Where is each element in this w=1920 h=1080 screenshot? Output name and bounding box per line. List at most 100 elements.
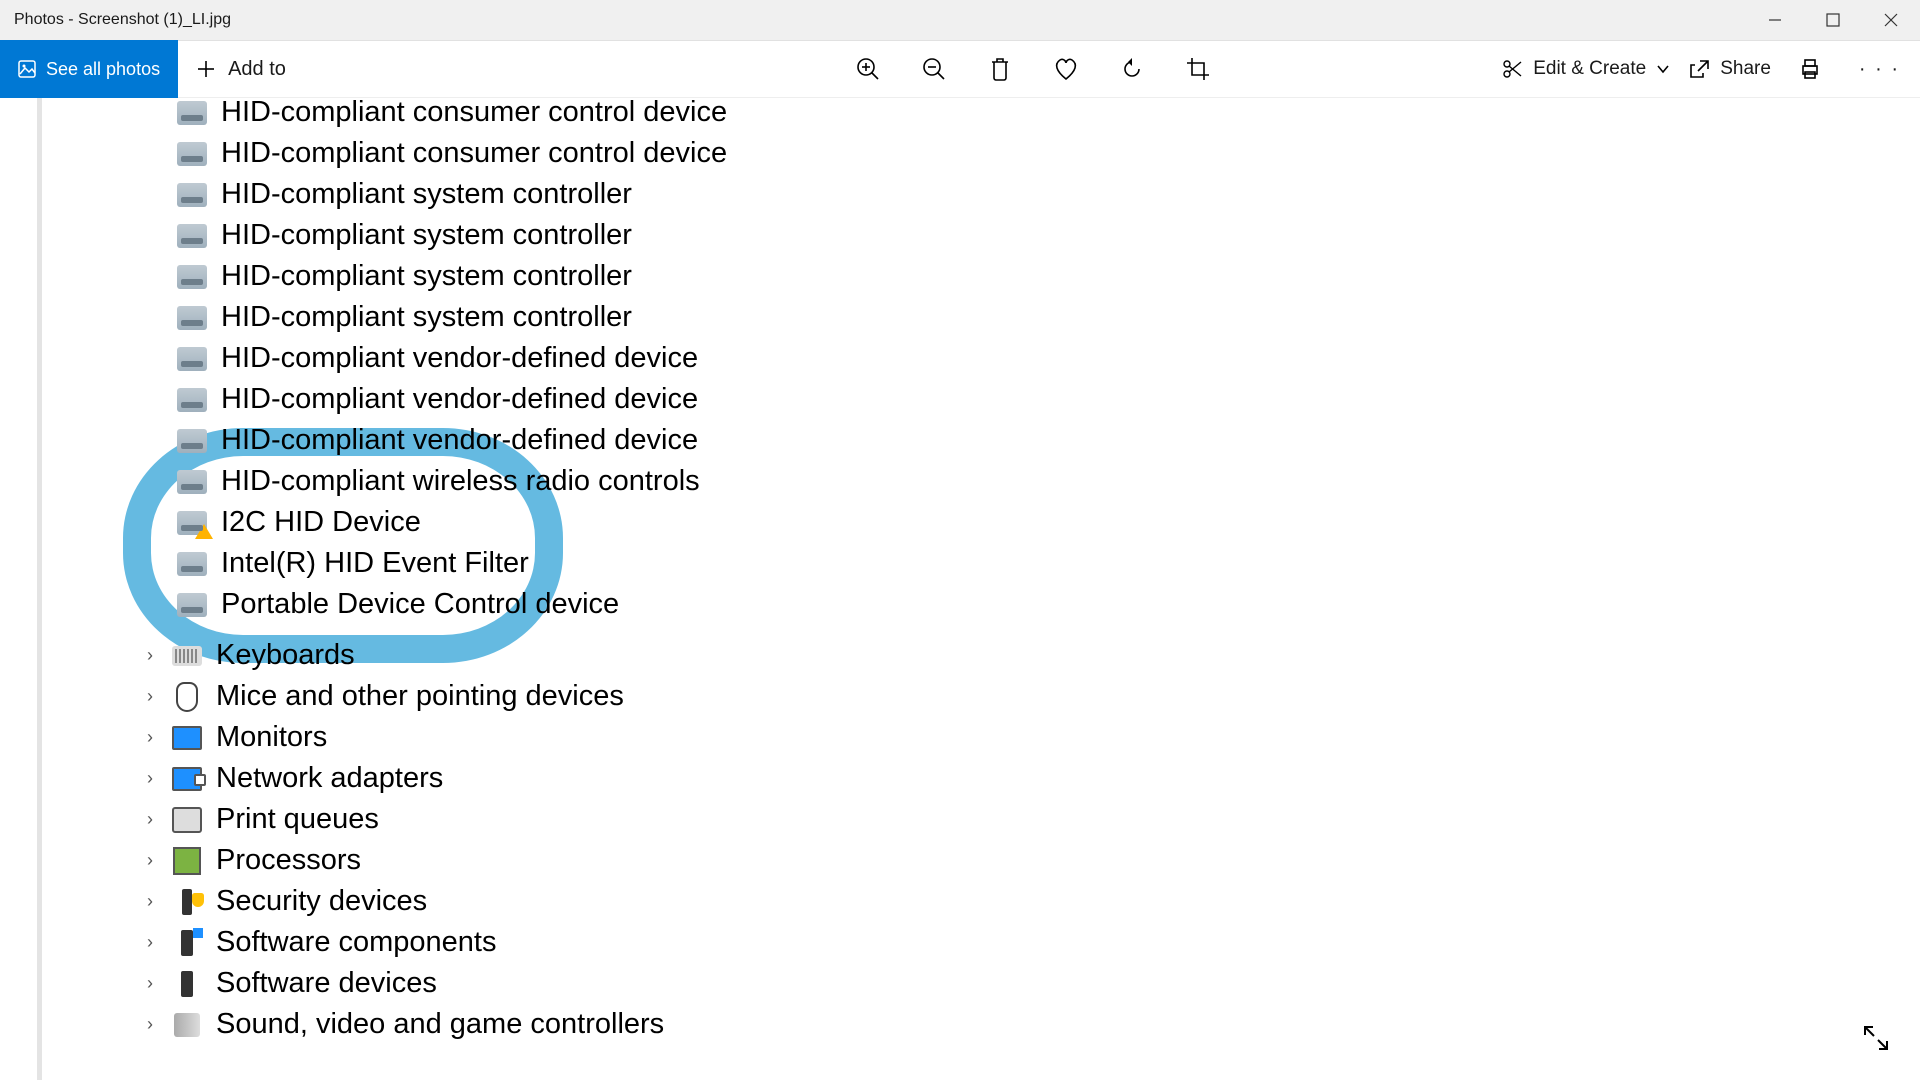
share-label: Share	[1720, 58, 1771, 80]
rotate-button[interactable]	[1111, 48, 1153, 90]
close-button[interactable]	[1862, 0, 1920, 40]
device-label: HID-compliant system controller	[221, 174, 632, 215]
list-item: HID-compliant vendor-defined device	[177, 379, 727, 420]
toolbar: See all photos Add to Edit & Create	[0, 41, 1920, 98]
expand-icon: ›	[142, 768, 158, 789]
edit-create-button[interactable]: Edit & Create	[1501, 58, 1670, 80]
device-icon	[177, 552, 207, 576]
monitor-icon	[172, 725, 202, 751]
category-row: › Keyboards	[142, 635, 664, 676]
expand-icon: ›	[142, 1014, 158, 1035]
see-all-photos-label: See all photos	[46, 59, 160, 80]
edit-create-label: Edit & Create	[1533, 58, 1646, 80]
category-label: Keyboards	[216, 639, 355, 672]
expand-icon: ›	[142, 809, 158, 830]
delete-button[interactable]	[979, 48, 1021, 90]
maximize-button[interactable]	[1804, 0, 1862, 40]
scissors-icon	[1501, 58, 1523, 80]
device-icon	[177, 470, 207, 494]
zoom-in-button[interactable]	[847, 48, 889, 90]
print-button[interactable]	[1789, 48, 1831, 90]
software-component-icon	[172, 930, 202, 956]
category-label: Software components	[216, 926, 496, 959]
zoom-out-button[interactable]	[913, 48, 955, 90]
device-icon	[177, 183, 207, 207]
crop-button[interactable]	[1177, 48, 1219, 90]
list-item: HID-compliant vendor-defined device	[177, 420, 727, 461]
expand-arrows-icon	[1861, 1023, 1891, 1053]
expand-icon: ›	[142, 727, 158, 748]
device-label: HID-compliant vendor-defined device	[221, 338, 698, 379]
device-icon	[177, 347, 207, 371]
add-to-button[interactable]: Add to	[178, 58, 304, 81]
share-button[interactable]: Share	[1688, 58, 1771, 80]
list-item: I2C HID Device	[177, 502, 727, 543]
category-row: ›Processors	[142, 840, 664, 881]
device-icon	[177, 388, 207, 412]
device-icon	[177, 306, 207, 330]
category-list: › Keyboards › Mice and other pointing devi…	[142, 635, 664, 1045]
share-icon	[1688, 58, 1710, 80]
heart-icon	[1052, 56, 1080, 82]
category-row: › Mice and other pointing devices	[142, 676, 664, 717]
see-all-photos-button[interactable]: See all photos	[0, 40, 178, 98]
category-label: Network adapters	[216, 762, 443, 795]
category-row: › Sound, video and game controllers	[142, 1004, 664, 1045]
expand-icon: ›	[142, 686, 158, 707]
category-label: Sound, video and game controllers	[216, 1008, 664, 1041]
favorite-button[interactable]	[1045, 48, 1087, 90]
window-controls	[1746, 0, 1920, 40]
expand-icon: ›	[142, 891, 158, 912]
list-item: HID-compliant system controller	[177, 174, 727, 215]
category-row: › Print queues	[142, 799, 664, 840]
device-icon	[177, 101, 207, 125]
list-item: Portable Device Control device	[177, 584, 727, 625]
category-row: › Software components	[142, 922, 664, 963]
list-item: HID-compliant system controller	[177, 297, 727, 338]
device-label: Intel(R) HID Event Filter	[221, 543, 529, 584]
category-label: Monitors	[216, 721, 327, 754]
list-item: Intel(R) HID Event Filter	[177, 543, 727, 584]
crop-icon	[1185, 56, 1211, 82]
expand-icon: ›	[142, 932, 158, 953]
device-label: HID-compliant consumer control device	[221, 92, 727, 133]
list-item: HID-compliant system controller	[177, 256, 727, 297]
expand-icon: ›	[142, 645, 158, 666]
close-icon	[1884, 13, 1898, 27]
more-button[interactable]: · · ·	[1849, 58, 1910, 81]
device-icon	[177, 142, 207, 166]
category-row: › Monitors	[142, 717, 664, 758]
maximize-icon	[1826, 13, 1840, 27]
category-row: ›Software devices	[142, 963, 664, 1004]
list-item: HID-compliant consumer control device	[177, 133, 727, 174]
category-row: ›Security devices	[142, 881, 664, 922]
fullscreen-button[interactable]	[1856, 1018, 1896, 1058]
add-to-label: Add to	[228, 58, 286, 81]
trash-icon	[988, 56, 1012, 82]
list-item: HID-compliant system controller	[177, 215, 727, 256]
device-label: HID-compliant system controller	[221, 256, 632, 297]
device-label: HID-compliant system controller	[221, 215, 632, 256]
minimize-button[interactable]	[1746, 0, 1804, 40]
minimize-icon	[1768, 13, 1782, 27]
printer-icon	[172, 807, 202, 833]
chevron-down-icon	[1656, 62, 1670, 76]
photo-viewport[interactable]: HID-compliant consumer control device HI…	[0, 98, 1920, 1080]
device-label: HID-compliant wireless radio controls	[221, 461, 700, 502]
device-warning-icon	[177, 511, 207, 535]
device-icon	[177, 429, 207, 453]
security-icon	[172, 889, 202, 915]
device-label: HID-compliant system controller	[221, 297, 632, 338]
mouse-icon	[172, 684, 202, 710]
ellipsis-icon: · · ·	[1859, 58, 1900, 80]
network-icon	[172, 766, 202, 792]
device-icon	[177, 265, 207, 289]
category-label: Software devices	[216, 967, 437, 1000]
keyboard-icon	[172, 643, 202, 669]
category-label: Mice and other pointing devices	[216, 680, 624, 713]
titlebar: Photos - Screenshot (1)_LI.jpg	[0, 0, 1920, 41]
category-label: Print queues	[216, 803, 379, 836]
device-icon	[177, 593, 207, 617]
software-device-icon	[172, 971, 202, 997]
plus-icon	[196, 59, 216, 79]
